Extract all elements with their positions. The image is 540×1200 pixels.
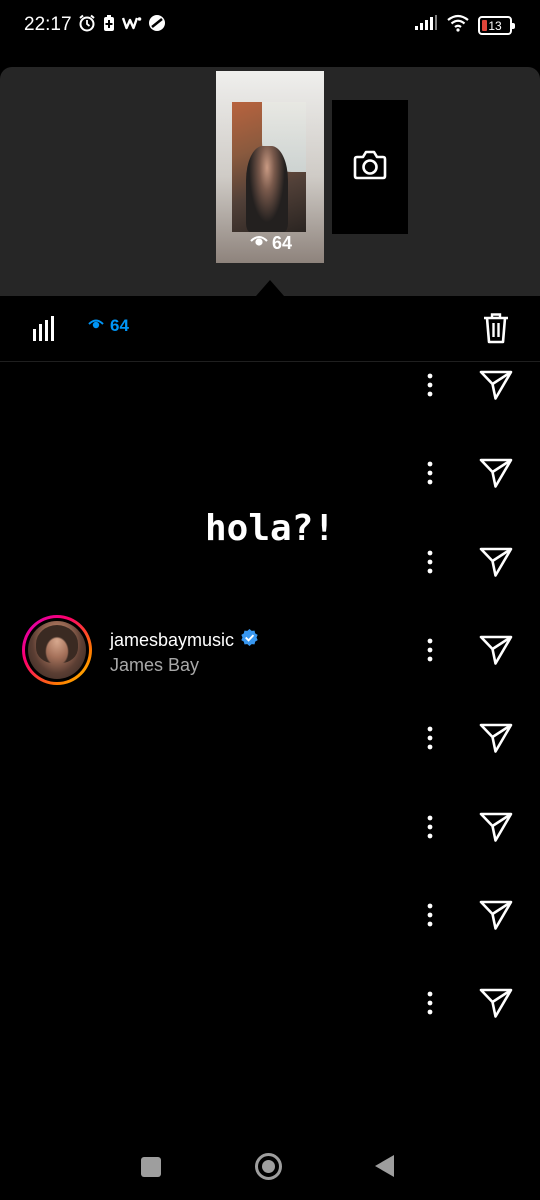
more-icon (427, 726, 433, 750)
more-icon (427, 550, 433, 573)
more-options-button[interactable] (420, 370, 440, 400)
more-icon (427, 373, 433, 397)
more-icon (427, 815, 433, 838)
eye-icon (88, 317, 104, 335)
more-options-button[interactable] (420, 988, 440, 1018)
battery-level: 13 (488, 18, 502, 33)
more-options-button[interactable] (420, 900, 440, 930)
viewer-username: jamesbaymusic (110, 629, 235, 650)
send-icon (479, 547, 513, 577)
more-options-button[interactable] (420, 458, 440, 488)
send-icon (479, 988, 513, 1018)
verified-badge-icon (240, 628, 259, 652)
more-options-button[interactable] (420, 723, 440, 753)
more-options-button[interactable] (420, 547, 440, 577)
recent-apps-button[interactable] (141, 1157, 161, 1177)
story-stats-bar: 64 (0, 296, 540, 362)
status-time: 22:17 (24, 14, 72, 35)
send-icon (479, 723, 513, 753)
share-button[interactable] (478, 897, 514, 933)
share-button[interactable] (478, 367, 514, 403)
add-story-button[interactable] (332, 100, 408, 234)
share-button[interactable] (478, 809, 514, 845)
avatar-image (28, 621, 86, 679)
send-icon (479, 900, 513, 930)
story-photo (232, 102, 306, 232)
viewers-tab[interactable]: 64 (88, 316, 129, 336)
camera-icon (353, 150, 387, 185)
story-views-count: 64 (272, 233, 293, 253)
more-options-button[interactable] (420, 635, 440, 665)
send-icon (479, 635, 513, 665)
system-nav-bar (0, 1130, 540, 1200)
do-not-disturb-icon (148, 14, 166, 37)
more-icon (427, 461, 433, 485)
more-options-button[interactable] (420, 812, 440, 842)
back-button[interactable] (375, 1155, 394, 1177)
send-icon (479, 812, 513, 842)
share-button[interactable] (478, 720, 514, 756)
story-views: 64 (250, 233, 292, 254)
share-button[interactable] (478, 544, 514, 580)
more-icon (427, 903, 433, 927)
battery-saver-icon (102, 14, 116, 37)
viewers-count: 64 (110, 316, 129, 335)
viewer-full-name: James Bay (110, 655, 200, 675)
avatar[interactable] (22, 615, 92, 685)
status-bar: 22:17 13 (0, 0, 540, 52)
battery-icon: 13 (478, 16, 515, 35)
signal-icon (414, 15, 438, 36)
story-overlay-text: hola?! (204, 508, 336, 549)
alarm-icon (78, 14, 96, 37)
share-button[interactable] (478, 985, 514, 1021)
more-icon (427, 991, 433, 1015)
viewer-username-line[interactable]: jamesbaymusic (110, 628, 259, 652)
trash-icon[interactable] (482, 312, 510, 349)
eye-icon (250, 234, 268, 253)
home-button[interactable] (255, 1153, 282, 1180)
share-button[interactable] (478, 455, 514, 491)
app-notification-icon (121, 15, 142, 36)
story-tray: 64 (0, 67, 540, 296)
send-icon (479, 458, 513, 489)
story-thumbnail[interactable]: 64 (216, 71, 324, 263)
share-button[interactable] (478, 632, 514, 668)
insights-icon[interactable] (32, 316, 56, 347)
send-icon (479, 370, 513, 400)
wifi-icon (446, 14, 470, 37)
more-icon (427, 638, 433, 662)
